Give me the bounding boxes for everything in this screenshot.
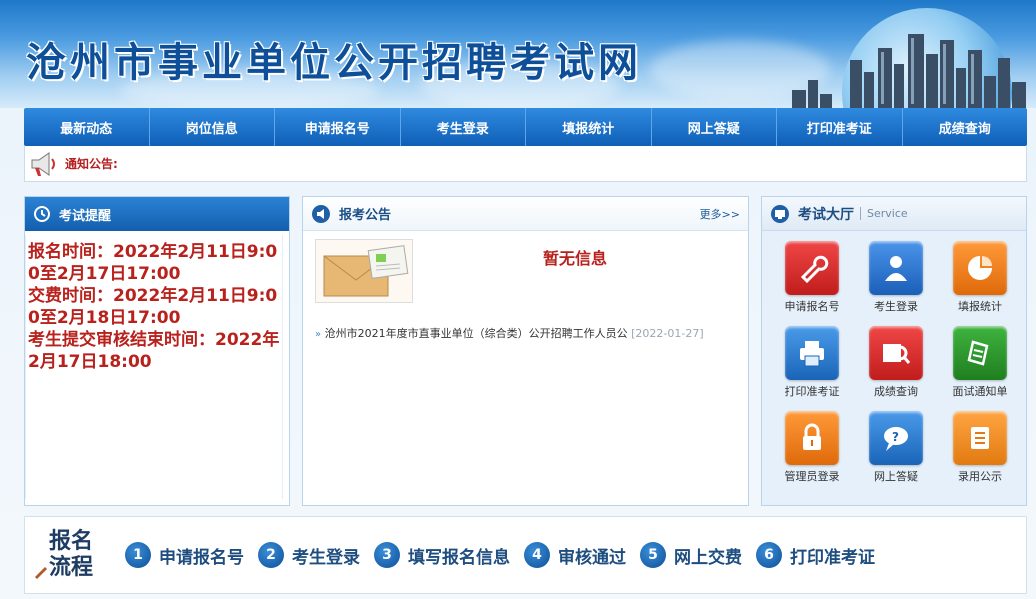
svg-text:?: ?	[892, 430, 899, 444]
nav-item-apply-number[interactable]: 申请报名号	[275, 108, 401, 146]
site-title: 沧州市事业单位公开招聘考试网	[26, 39, 642, 86]
nav-item-latest[interactable]: 最新动态	[24, 108, 150, 146]
exam-reminder-header: 考试提醒	[25, 197, 289, 231]
clock-icon	[34, 206, 50, 222]
nav-item-positions[interactable]: 岗位信息	[150, 108, 275, 146]
step-label: 网上交费	[674, 547, 742, 568]
service-apply-number[interactable]: 申请报名号	[770, 241, 854, 314]
step-number: 4	[524, 542, 550, 568]
service-label: 成绩查询	[874, 385, 918, 398]
service-score-query[interactable]: 成绩查询	[854, 326, 938, 399]
exam-hall-header: 考试大厅 Service	[762, 197, 1026, 231]
step-number: 5	[640, 542, 666, 568]
registration-process-bar: 报名 流程 1 申请报名号 2 考生登录 3 填写报名信息 4 审核通过 5 网…	[24, 516, 1027, 594]
reminder-payment-time: 交费时间：2022年2月11日9:00至2月18日17:00	[28, 286, 278, 328]
nav-item-statistics[interactable]: 填报统计	[526, 108, 652, 146]
nav-item-login[interactable]: 考生登录	[401, 108, 526, 146]
reminder-registration-time: 报名时间：2022年2月11日9:00至2月17日17:00	[28, 242, 278, 284]
process-title: 报名 流程	[31, 529, 111, 581]
exam-reminder-title: 考试提醒	[59, 208, 112, 224]
reminder-review-deadline: 考生提交审核结束时间：2022年2月17日18:00	[28, 330, 280, 372]
step-label: 申请报名号	[159, 547, 244, 568]
service-label: 打印准考证	[784, 385, 840, 398]
bullet-icon: »	[315, 329, 322, 340]
exam-hall-panel: 考试大厅 Service 申请报名号 考生登录 填报统计 打印准考证 成绩查询 …	[761, 196, 1027, 506]
step-number: 6	[756, 542, 782, 568]
service-label: 录用公示	[958, 470, 1002, 483]
service-label: 申请报名号	[784, 300, 840, 313]
lock-icon	[785, 411, 839, 465]
speech-bubble-icon: ?	[869, 411, 923, 465]
step-number: 3	[374, 542, 400, 568]
megaphone-icon	[31, 151, 55, 176]
process-step-6: 6 打印准考证	[756, 542, 875, 568]
nav-item-qa[interactable]: 网上答疑	[652, 108, 777, 146]
monitor-icon	[771, 204, 789, 223]
announcement-title: 报考公告	[339, 208, 392, 223]
service-online-qa[interactable]: ? 网上答疑	[854, 411, 938, 484]
site-header: 沧州市事业单位公开招聘考试网	[0, 0, 1036, 108]
process-title-line1: 报名	[48, 529, 93, 554]
news-title: 沧州市2021年度市直事业单位（综合类）公开招聘工作人员公	[324, 327, 628, 340]
magnifier-folder-icon	[869, 326, 923, 380]
service-label: 网上答疑	[874, 470, 918, 483]
speaker-icon	[312, 204, 330, 223]
envelope-image	[315, 239, 413, 303]
service-statistics[interactable]: 填报统计	[938, 241, 1022, 314]
notice-bar: 通知公告:	[24, 146, 1027, 182]
process-step-5: 5 网上交费	[640, 542, 742, 568]
exam-reminder-body: 报名时间：2022年2月11日9:00至2月17日17:00 交费时间：2022…	[25, 235, 283, 499]
announcement-header: 报考公告 更多>>	[303, 197, 748, 231]
step-number: 1	[125, 542, 151, 568]
process-step-1: 1 申请报名号	[125, 542, 244, 568]
news-date: [2022-01-27]	[631, 327, 704, 340]
step-number: 2	[258, 542, 284, 568]
process-step-4: 4 审核通过	[524, 542, 626, 568]
service-label: 考生登录	[874, 300, 918, 313]
pie-chart-icon	[953, 241, 1007, 295]
service-login[interactable]: 考生登录	[854, 241, 938, 314]
service-grid: 申请报名号 考生登录 填报统计 打印准考证 成绩查询 面试通知单 管理员登录 ?…	[770, 241, 1022, 484]
process-step-2: 2 考生登录	[258, 542, 360, 568]
service-label: 管理员登录	[784, 470, 840, 483]
step-label: 打印准考证	[790, 547, 875, 568]
service-interview-notice[interactable]: 面试通知单	[938, 326, 1022, 399]
city-skyline-graphic	[792, 34, 1026, 108]
user-icon	[869, 241, 923, 295]
step-label: 审核通过	[558, 547, 626, 568]
announcement-panel: 报考公告 更多>> 暂无信息 » 沧州市2021年度市直事业单位（综合类）公开招…	[302, 196, 749, 506]
service-print-ticket[interactable]: 打印准考证	[770, 326, 854, 399]
notepad-icon	[953, 411, 1007, 465]
printer-icon	[785, 326, 839, 380]
nav-item-score-query[interactable]: 成绩查询	[903, 108, 1028, 146]
more-link[interactable]: 更多>>	[700, 206, 740, 222]
notice-label: 通知公告:	[65, 157, 118, 171]
exam-hall-subtitle: Service	[860, 207, 908, 220]
service-hire-publicity[interactable]: 录用公示	[938, 411, 1022, 484]
no-info-text: 暂无信息	[543, 249, 608, 268]
pen-icon	[35, 567, 47, 579]
exam-hall-title: 考试大厅	[798, 206, 854, 223]
step-label: 考生登录	[292, 547, 360, 568]
service-label: 面试通知单	[952, 385, 1008, 398]
news-item[interactable]: » 沧州市2021年度市直事业单位（综合类）公开招聘工作人员公 [2022-01…	[315, 325, 740, 341]
service-label: 填报统计	[958, 300, 1002, 313]
service-admin-login[interactable]: 管理员登录	[770, 411, 854, 484]
main-nav: 最新动态 岗位信息 申请报名号 考生登录 填报统计 网上答疑 打印准考证 成绩查…	[24, 108, 1027, 146]
step-label: 填写报名信息	[408, 547, 510, 568]
process-step-3: 3 填写报名信息	[374, 542, 510, 568]
exam-reminder-panel: 考试提醒 报名时间：2022年2月11日9:00至2月17日17:00 交费时间…	[24, 196, 290, 506]
wrench-icon	[785, 241, 839, 295]
nav-item-print-ticket[interactable]: 打印准考证	[777, 108, 903, 146]
document-notice-icon	[953, 326, 1007, 380]
